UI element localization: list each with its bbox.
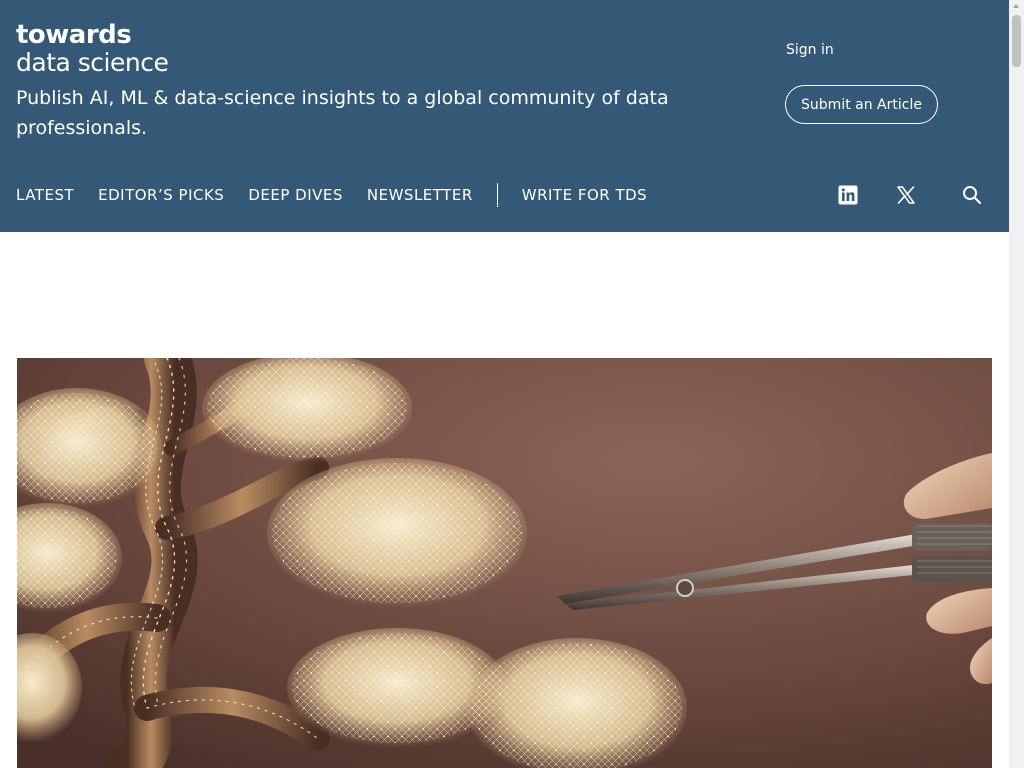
hero-image xyxy=(17,358,992,768)
nav-item-write-for-tds[interactable]: WRITE FOR TDS xyxy=(522,186,647,204)
search-icon[interactable] xyxy=(961,184,983,206)
nav-item-latest[interactable]: LATEST xyxy=(16,186,74,204)
site-header: towards data science Publish AI, ML & da… xyxy=(0,0,1009,232)
submit-article-button[interactable]: Submit an Article xyxy=(785,85,938,124)
linkedin-icon[interactable] xyxy=(837,184,859,206)
nav-divider xyxy=(496,183,498,207)
scrollbar-thumb[interactable] xyxy=(1012,15,1021,67)
logo-line2: data science xyxy=(16,48,169,77)
page: towards data science Publish AI, ML & da… xyxy=(0,0,1024,768)
sign-in-link[interactable]: Sign in xyxy=(786,42,834,58)
main-nav: LATEST EDITOR’S PICKS DEEP DIVES NEWSLET… xyxy=(16,183,671,207)
nav-item-newsletter[interactable]: NEWSLETTER xyxy=(367,186,473,204)
site-tagline: Publish AI, ML & data-science insights t… xyxy=(16,87,669,139)
vertical-scrollbar[interactable] xyxy=(1009,0,1024,768)
nav-item-deep-dives[interactable]: DEEP DIVES xyxy=(248,186,343,204)
x-twitter-icon[interactable] xyxy=(895,184,917,206)
nav-item-editors-picks[interactable]: EDITOR’S PICKS xyxy=(98,186,224,204)
site-logo[interactable]: towards data science xyxy=(16,20,216,76)
logo-line1: towards xyxy=(16,20,132,50)
scroll-up-arrow-icon[interactable] xyxy=(1013,4,1019,8)
hero-illustration xyxy=(17,358,992,768)
